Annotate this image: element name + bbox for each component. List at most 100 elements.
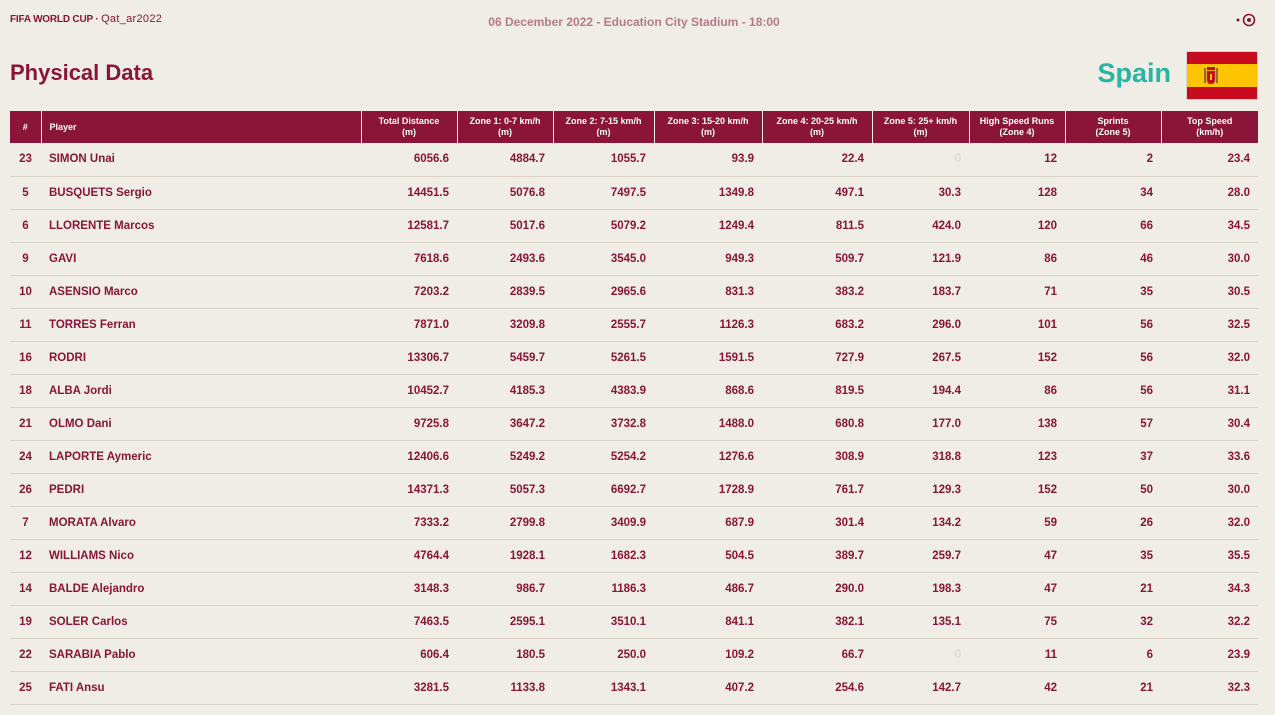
match-info: 06 December 2022 - Education City Stadiu… xyxy=(488,15,780,29)
cell-sprints: 21 xyxy=(1065,572,1161,606)
cell-hsr: 101 xyxy=(969,308,1065,342)
cell-z3: 831.3 xyxy=(654,275,762,309)
settings-icon[interactable] xyxy=(1236,12,1258,28)
cell-z4: 389.7 xyxy=(762,539,872,573)
cell-player: MORATA Alvaro xyxy=(41,506,361,540)
cell-z1: 986.7 xyxy=(457,572,553,606)
cell-total: 6056.6 xyxy=(361,143,457,177)
cell-z1: 180.5 xyxy=(457,638,553,672)
cell-sprints: 2 xyxy=(1065,143,1161,177)
cell-z2: 5261.5 xyxy=(553,341,654,375)
cell-sprints: 50 xyxy=(1065,473,1161,507)
cell-top: 32.3 xyxy=(1161,671,1258,705)
cell-hsr: 47 xyxy=(969,572,1065,606)
table-row: 19 SOLER Carlos 7463.5 2595.1 3510.1 841.1 382… xyxy=(10,605,1258,639)
cell-player: OLMO Dani xyxy=(41,407,361,441)
cell-total: 7333.2 xyxy=(361,506,457,540)
cell-top: 23.9 xyxy=(1161,638,1258,672)
cell-z2: 1186.3 xyxy=(553,572,654,606)
cell-z2: 1055.7 xyxy=(553,143,654,177)
cell-hsr: 42 xyxy=(969,671,1065,705)
cell-no: 21 xyxy=(10,407,41,441)
cell-z2: 2555.7 xyxy=(553,308,654,342)
cell-z5: 129.3 xyxy=(872,473,969,507)
cell-z3: 868.6 xyxy=(654,374,762,408)
cell-no: 18 xyxy=(10,374,41,408)
cell-total: 4764.4 xyxy=(361,539,457,573)
cell-total: 7463.5 xyxy=(361,605,457,639)
cell-z5: 318.8 xyxy=(872,440,969,474)
column-header-sprints: Sprints (Zone 5) xyxy=(1064,111,1161,143)
column-header-no: # xyxy=(10,111,41,143)
cell-z3: 504.5 xyxy=(654,539,762,573)
cell-z4: 683.2 xyxy=(762,308,872,342)
cell-z5: 259.7 xyxy=(872,539,969,573)
cell-player: LAPORTE Aymeric xyxy=(41,440,361,474)
cell-hsr: 123 xyxy=(969,440,1065,474)
cell-top: 23.4 xyxy=(1161,143,1258,177)
cell-z4: 66.7 xyxy=(762,638,872,672)
cell-z1: 4884.7 xyxy=(457,143,553,177)
cell-z5: 194.4 xyxy=(872,374,969,408)
cell-z3: 1249.4 xyxy=(654,209,762,243)
cell-no: 10 xyxy=(10,275,41,309)
table-row: 26 PEDRI 14371.3 5057.3 6692.7 1728.9 761.7 129… xyxy=(10,473,1258,507)
cell-player: LLORENTE Marcos xyxy=(41,209,361,243)
cell-no: 16 xyxy=(10,341,41,375)
cell-sprints: 34 xyxy=(1065,176,1161,210)
cell-z3: 93.9 xyxy=(654,143,762,177)
cell-top: 30.0 xyxy=(1161,473,1258,507)
cell-z1: 5249.2 xyxy=(457,440,553,474)
cell-top: 28.0 xyxy=(1161,176,1258,210)
cell-player: WILLIAMS Nico xyxy=(41,539,361,573)
table-row: 24 LAPORTE Aymeric 12406.6 5249.2 5254.2 1276… xyxy=(10,440,1258,474)
cell-total: 7203.2 xyxy=(361,275,457,309)
cell-total: 12406.6 xyxy=(361,440,457,474)
cell-sprints: 56 xyxy=(1065,341,1161,375)
table-row: 10 ASENSIO Marco 7203.2 2839.5 2965.6 831.3 38… xyxy=(10,275,1258,309)
cell-hsr: 86 xyxy=(969,242,1065,276)
cell-z5: 296.0 xyxy=(872,308,969,342)
cell-z3: 1126.3 xyxy=(654,308,762,342)
cell-z2: 3510.1 xyxy=(553,605,654,639)
cell-z5: 30.3 xyxy=(872,176,969,210)
cell-hsr: 138 xyxy=(969,407,1065,441)
cell-z2: 1343.1 xyxy=(553,671,654,705)
cell-z3: 1728.9 xyxy=(654,473,762,507)
coat-of-arms-icon xyxy=(1204,67,1218,85)
cell-z5: 198.3 xyxy=(872,572,969,606)
cell-z4: 680.8 xyxy=(762,407,872,441)
cell-no: 14 xyxy=(10,572,41,606)
cell-z2: 3409.9 xyxy=(553,506,654,540)
cell-z5: 135.1 xyxy=(872,605,969,639)
cell-top: 30.4 xyxy=(1161,407,1258,441)
cell-player: FATI Ansu xyxy=(41,671,361,705)
cell-z1: 2595.1 xyxy=(457,605,553,639)
table-row: 9 GAVI 7618.6 2493.6 3545.0 949.3 509.7 121.9 86… xyxy=(10,242,1258,276)
cell-no: 26 xyxy=(10,473,41,507)
cell-total: 3148.3 xyxy=(361,572,457,606)
cell-z1: 5076.8 xyxy=(457,176,553,210)
table-row: 11 TORRES Ferran 7871.0 3209.8 2555.7 1126.3 6… xyxy=(10,308,1258,342)
cell-no: 6 xyxy=(10,209,41,243)
cell-z1: 2493.6 xyxy=(457,242,553,276)
cell-player: PEDRI xyxy=(41,473,361,507)
cell-hsr: 128 xyxy=(969,176,1065,210)
column-header-z1: Zone 1: 0-7 km/h (m) xyxy=(456,111,553,143)
cell-total: 13306.7 xyxy=(361,341,457,375)
cell-z4: 727.9 xyxy=(762,341,872,375)
table-row: 18 ALBA Jordi 10452.7 4185.3 4383.9 868.6 819.… xyxy=(10,374,1258,408)
column-header-top: Top Speed (km/h) xyxy=(1160,111,1258,143)
cell-z4: 383.2 xyxy=(762,275,872,309)
cell-z2: 5079.2 xyxy=(553,209,654,243)
cell-z5: 121.9 xyxy=(872,242,969,276)
cell-total: 14451.5 xyxy=(361,176,457,210)
cell-hsr: 152 xyxy=(969,341,1065,375)
cell-sprints: 46 xyxy=(1065,242,1161,276)
cell-top: 30.5 xyxy=(1161,275,1258,309)
cell-z1: 1133.8 xyxy=(457,671,553,705)
cell-z5: 177.0 xyxy=(872,407,969,441)
cell-z1: 4185.3 xyxy=(457,374,553,408)
column-header-total: Total Distance (m) xyxy=(360,111,457,143)
cell-z3: 1276.6 xyxy=(654,440,762,474)
